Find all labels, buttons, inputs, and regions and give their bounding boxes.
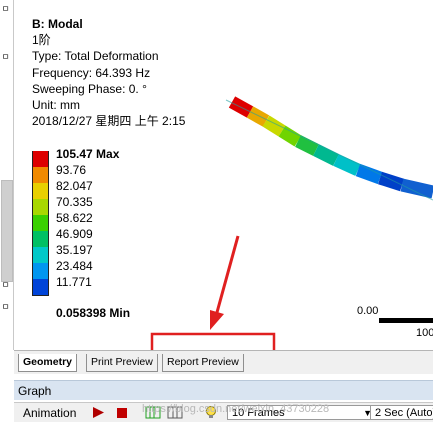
beam-segment xyxy=(246,106,270,127)
tab-report-preview[interactable]: Report Preview xyxy=(162,354,244,372)
duration-select[interactable]: 2 Sec (Auto) xyxy=(370,405,433,420)
left-panel-mark: ㅁ xyxy=(1,302,10,312)
duration-select-value: 2 Sec (Auto) xyxy=(375,407,433,419)
graph-panel-header: Graph xyxy=(14,380,433,400)
scale-bar xyxy=(379,318,433,323)
graphics-viewport[interactable]: B: Modal 1阶 Type: Total Deformation Freq… xyxy=(14,0,433,350)
beam-segment xyxy=(278,125,302,147)
annotation-highlight-box xyxy=(150,332,276,350)
beam-segment xyxy=(355,163,383,185)
left-panel-mark: ㅁ xyxy=(1,52,10,62)
tab-print-preview[interactable]: Print Preview xyxy=(86,354,158,372)
annotation-arrow-head xyxy=(210,310,224,330)
beam-edge-line xyxy=(225,99,433,201)
left-panel-mark: ㅁ xyxy=(1,4,10,14)
play-icon[interactable] xyxy=(90,405,106,420)
scale-zero-label: 0.00 xyxy=(357,305,379,317)
annotation-arrow-line xyxy=(214,235,240,317)
deformed-beam-model[interactable] xyxy=(14,0,433,350)
tab-geometry[interactable]: Geometry xyxy=(18,354,78,372)
view-tab-strip: Geometry Print Preview Report Preview xyxy=(14,350,433,374)
watermark: https://blog.csdn.net/weixin_43730228 xyxy=(142,403,330,415)
graph-title: Graph xyxy=(18,384,52,398)
stop-icon[interactable] xyxy=(114,405,130,420)
scale-max-label: 100 xyxy=(416,327,433,339)
animation-label: Animation xyxy=(23,406,77,420)
beam-segment xyxy=(333,154,361,176)
left-panel-scrollbar[interactable] xyxy=(1,180,13,282)
left-panel-mark: ㅁ xyxy=(1,280,10,290)
left-panel-edge: ㅁ ㅁ ㅁ ㅁ xyxy=(0,0,14,350)
beam-segment xyxy=(400,178,433,199)
